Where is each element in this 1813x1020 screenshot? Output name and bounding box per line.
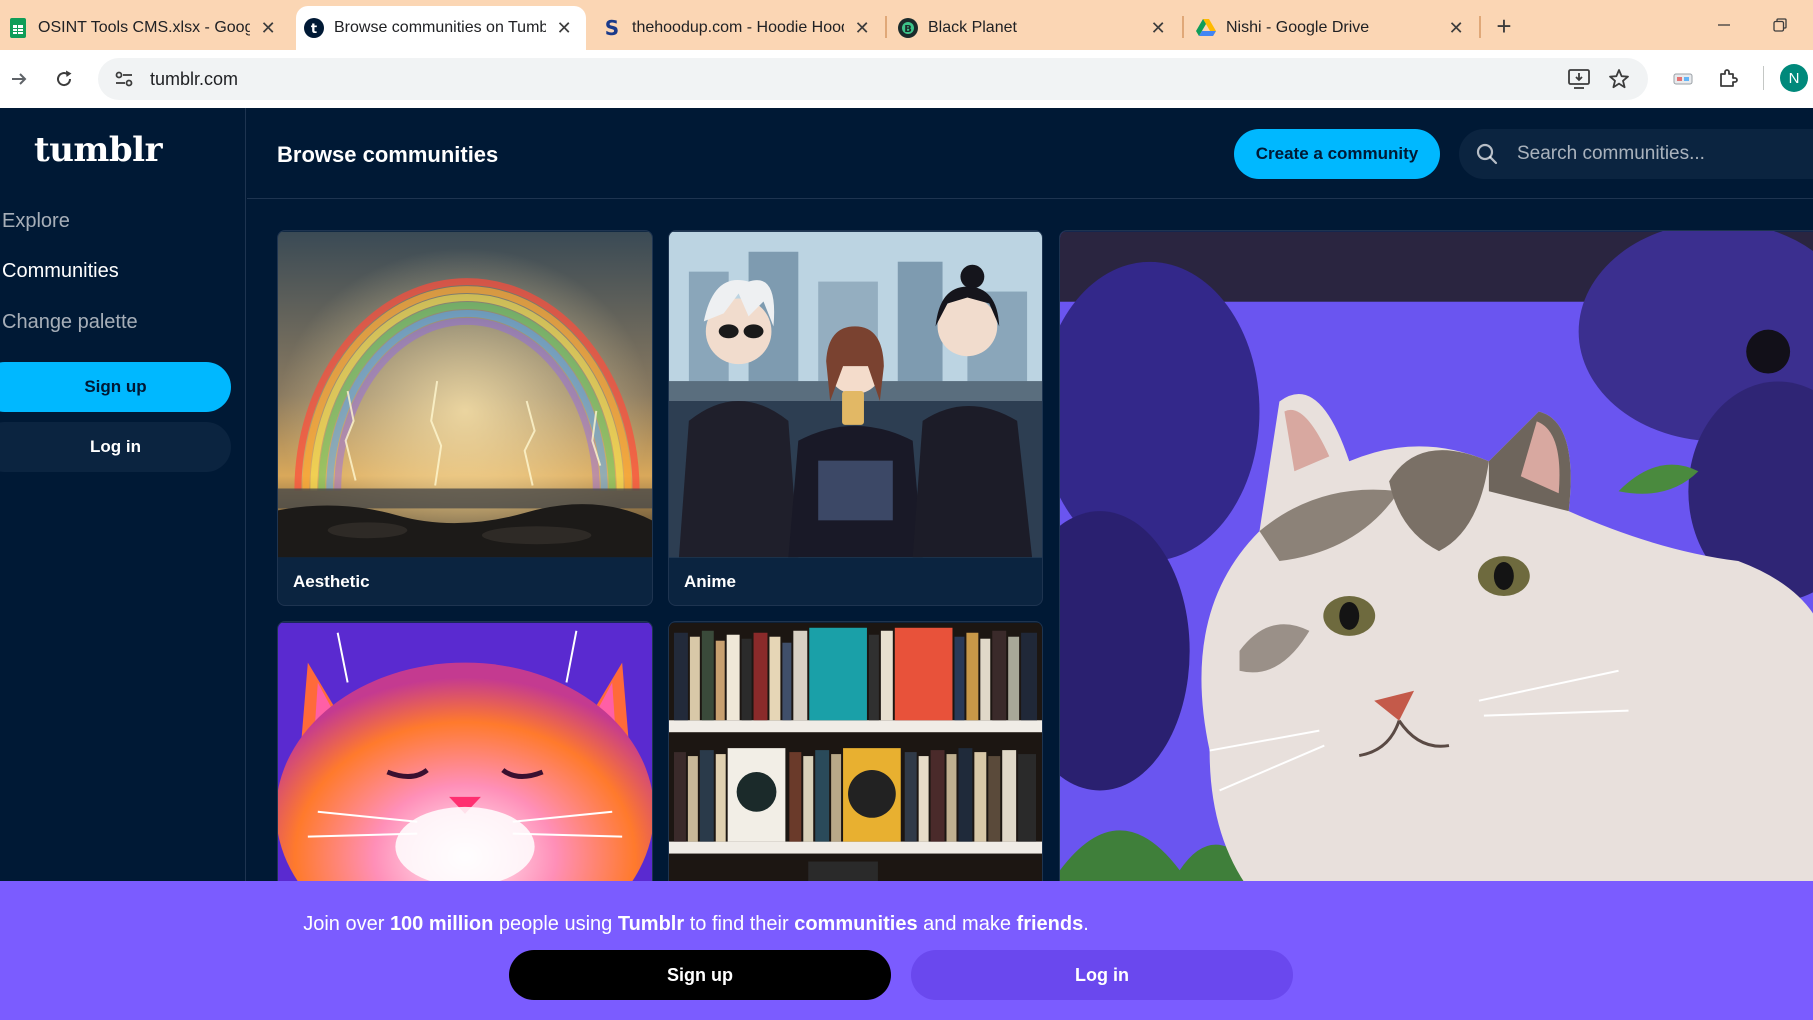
svg-text:S: S [605,18,619,38]
minimize-icon [1718,24,1730,26]
sidebar-item-explore[interactable]: Explore [2,210,70,233]
install-app-icon[interactable] [1564,64,1594,94]
forward-button[interactable] [2,62,36,96]
blackplanet-icon: B [898,18,918,38]
join-login-button[interactable]: Log in [911,950,1293,1000]
page-header: Browse communities Create a community [247,108,1813,199]
close-icon[interactable]: ✕ [1148,18,1168,38]
search-input[interactable] [1517,143,1813,165]
community-card-books[interactable] [668,621,1043,921]
s-logo-icon: S [602,18,622,38]
arrow-right-icon [12,73,27,85]
browser-tab-osint[interactable]: OSINT Tools CMS.xlsx - Google ✕ [0,6,290,50]
sidebar-login-button[interactable]: Log in [0,422,231,472]
profile-avatar[interactable]: N [1780,64,1808,92]
extension-badge-icon [1673,73,1693,85]
restore-button[interactable] [1762,12,1798,38]
tumblr-page: tumblr Explore Communities Change palett… [0,108,1813,1020]
svg-text:B: B [904,24,912,35]
aesthetic-rainbow-image [278,231,652,558]
browser-tab-drive[interactable]: Nishi - Google Drive ✕ [1188,6,1478,50]
minimize-button[interactable] [1706,12,1742,38]
tumblr-icon: t [304,18,324,38]
tab-title: Black Planet [928,19,1017,36]
browser-tab-strip: OSINT Tools CMS.xlsx - Google ✕ t Browse… [0,0,1813,50]
tab-title: thehoodup.com - Hoodie Hood [632,19,845,36]
anime-characters-image [669,231,1042,558]
community-name: Aesthetic [293,572,370,591]
search-box[interactable] [1459,129,1813,179]
close-icon[interactable]: ✕ [258,18,278,38]
new-tab-button[interactable]: + [1490,11,1518,41]
create-community-button[interactable]: Create a community [1234,129,1440,179]
puzzle-icon [1720,69,1738,87]
browser-tab-blackplanet[interactable]: B Black Planet ✕ [890,6,1180,50]
sheets-icon [8,18,28,38]
reload-button[interactable] [47,62,81,96]
browser-tab-thehoodup[interactable]: S thehoodup.com - Hoodie Hood ✕ [594,6,884,50]
url-text: tumblr.com [150,68,239,89]
community-card-cat-art[interactable] [277,621,653,921]
bookmark-star-icon[interactable] [1604,64,1634,94]
browser-tab-tumblr[interactable]: t Browse communities on Tumblr ✕ [296,6,586,50]
community-card-aesthetic[interactable]: Aesthetic [277,230,653,606]
close-icon[interactable]: ✕ [1446,18,1466,38]
address-bar[interactable]: tumblr.com [98,58,1648,100]
tab-separator [1182,16,1184,38]
community-card-anime[interactable]: Anime [668,230,1043,606]
restore-icon [1773,18,1787,32]
search-icon [1476,143,1498,165]
tab-separator [1479,16,1481,38]
drive-icon [1196,18,1216,38]
bookshelf-image [669,622,1042,920]
tab-title: Nishi - Google Drive [1226,19,1370,36]
close-icon[interactable]: ✕ [852,18,872,38]
join-banner: Join over 100 million people using Tumbl… [0,881,1813,1020]
toolbar-divider [1763,66,1764,90]
close-icon[interactable]: ✕ [554,18,574,38]
cat-painting-image [1060,231,1813,929]
reload-icon [57,70,72,87]
site-settings-icon[interactable] [106,63,142,95]
svg-text:t: t [311,22,317,37]
tab-title: Browse communities on Tumblr [334,19,547,36]
featured-community-card[interactable] [1059,230,1813,930]
tumblr-logo[interactable]: tumblr [34,130,163,170]
tab-separator [885,16,887,38]
browser-toolbar: tumblr.com [0,50,1813,108]
tab-title: OSINT Tools CMS.xlsx - Google [38,19,251,36]
sidebar-signup-button[interactable]: Sign up [0,362,231,412]
community-name: Anime [684,572,736,591]
extension-button[interactable] [1666,62,1700,96]
join-signup-button[interactable]: Sign up [509,950,891,1000]
sidebar-item-change-palette[interactable]: Change palette [2,311,138,334]
page-title: Browse communities [277,142,499,167]
rainbow-cat-image [278,622,652,920]
join-message: Join over 100 million people using Tumbl… [303,913,1089,935]
extensions-menu-button[interactable] [1711,62,1745,96]
sidebar-item-communities[interactable]: Communities [2,260,119,283]
